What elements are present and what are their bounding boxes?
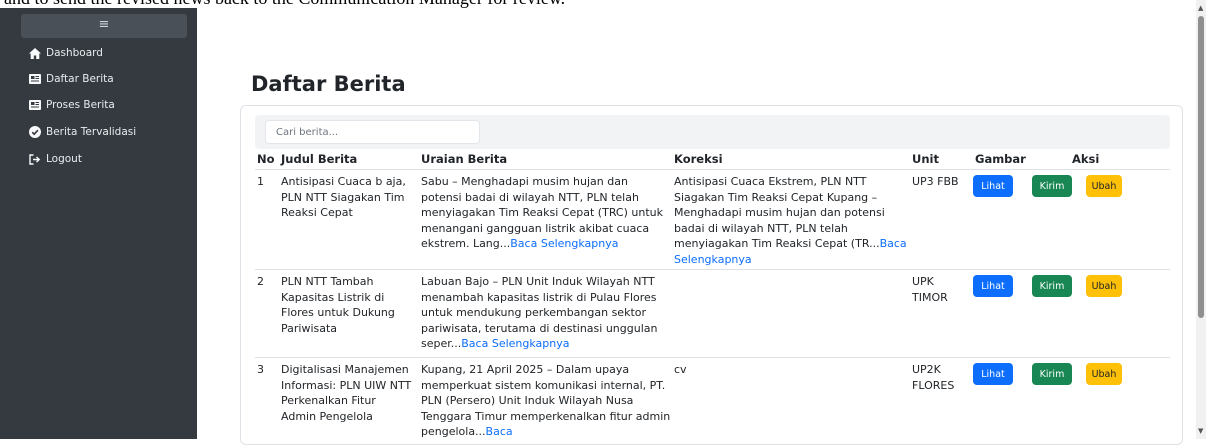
news-description: Sabu – Menghadapi musim hujan dan potens… <box>421 175 663 250</box>
sidebar-item-label: Logout <box>46 153 82 165</box>
read-more-link[interactable]: Baca Selengkapnya <box>461 337 569 350</box>
row-divider <box>255 357 1170 358</box>
view-image-button[interactable]: Lihat <box>973 275 1013 297</box>
check-circle-icon <box>29 126 41 138</box>
sidebar-item-dashboard[interactable]: Dashboard <box>29 42 103 64</box>
news-title: Digitalisasi Manajemen Informasi: PLN UI… <box>281 363 412 423</box>
news-correction: Antisipasi Cuaca Ekstrem, PLN NTT Siagak… <box>674 175 907 266</box>
sidebar-item-logout[interactable]: Logout <box>29 148 82 170</box>
sidebar-item-label: Berita Tervalidasi <box>46 126 137 138</box>
row-number: 3 <box>257 363 264 376</box>
column-header-actions: Aksi <box>1072 152 1100 166</box>
search-input[interactable] <box>265 120 480 144</box>
sidebar-toggle-button[interactable]: ≡ <box>21 14 187 38</box>
scrollbar-thumb[interactable] <box>1198 16 1204 318</box>
news-unit: UP3 FBB <box>912 175 959 188</box>
column-header-description: Uraian Berita <box>421 152 508 166</box>
news-correction: cv <box>674 363 687 376</box>
caption-text: and to send the revised news back to the… <box>4 0 565 8</box>
column-header-correction: Koreksi <box>674 152 723 166</box>
sidebar-item-label: Daftar Berita <box>46 73 114 85</box>
news-title: PLN NTT Tambah Kapasitas Listrik di Flor… <box>281 275 395 335</box>
send-button[interactable]: Kirim <box>1032 175 1072 197</box>
sidebar-item-berita-tervalidasi[interactable]: Berita Tervalidasi <box>29 121 136 143</box>
main-content: Daftar Berita No Judul Berita Uraian Ber… <box>197 8 1196 445</box>
read-more-link[interactable]: Baca <box>486 425 513 438</box>
scroll-up-arrow-icon[interactable]: ▲ <box>1198 4 1203 12</box>
page-scrollbar[interactable]: ▲ ▼ <box>1196 0 1206 439</box>
read-more-link[interactable]: Baca Selengkapnya <box>510 237 618 250</box>
caption-strip: and to send the revised news back to the… <box>0 0 1196 8</box>
sidebar-item-daftar-berita[interactable]: Daftar Berita <box>29 68 114 90</box>
column-header-image: Gambar <box>975 152 1026 166</box>
view-image-button[interactable]: Lihat <box>973 175 1013 197</box>
edit-button[interactable]: Ubah <box>1086 275 1122 297</box>
column-header-unit: Unit <box>912 152 939 166</box>
home-icon <box>29 47 41 59</box>
logout-icon <box>29 153 41 165</box>
search-bar <box>255 115 1170 149</box>
scroll-down-arrow-icon[interactable]: ▼ <box>1198 427 1203 435</box>
sidebar-item-label: Proses Berita <box>46 99 115 111</box>
view-image-button[interactable]: Lihat <box>973 363 1013 385</box>
news-title: Antisipasi Cuaca b aja, PLN NTT Siagakan… <box>281 175 406 219</box>
send-button[interactable]: Kirim <box>1032 363 1072 385</box>
sidebar-item-proses-berita[interactable]: Proses Berita <box>29 94 115 116</box>
news-description: Labuan Bajo – PLN Unit Induk Wilayah NTT… <box>421 275 658 350</box>
newspaper-icon <box>29 73 41 85</box>
newspaper-icon <box>29 99 41 111</box>
row-number: 2 <box>257 275 264 288</box>
column-header-no: No <box>257 152 275 166</box>
header-divider <box>255 169 1170 170</box>
sidebar-item-label: Dashboard <box>46 47 103 59</box>
edit-button[interactable]: Ubah <box>1086 175 1122 197</box>
send-button[interactable]: Kirim <box>1032 275 1072 297</box>
edit-button[interactable]: Ubah <box>1086 363 1122 385</box>
news-table-card: No Judul Berita Uraian Berita Koreksi Un… <box>240 105 1183 445</box>
column-header-title: Judul Berita <box>281 152 358 166</box>
page-title: Daftar Berita <box>251 72 406 96</box>
row-divider <box>255 269 1170 270</box>
row-number: 1 <box>257 175 264 188</box>
sidebar: ≡ Dashboard Daftar Berita Proses Berita … <box>0 8 197 439</box>
news-description: Kupang, 21 April 2025 – Dalam upaya memp… <box>421 363 671 438</box>
news-unit: UPK TIMOR <box>912 275 948 304</box>
news-unit: UP2K FLORES <box>912 363 955 392</box>
